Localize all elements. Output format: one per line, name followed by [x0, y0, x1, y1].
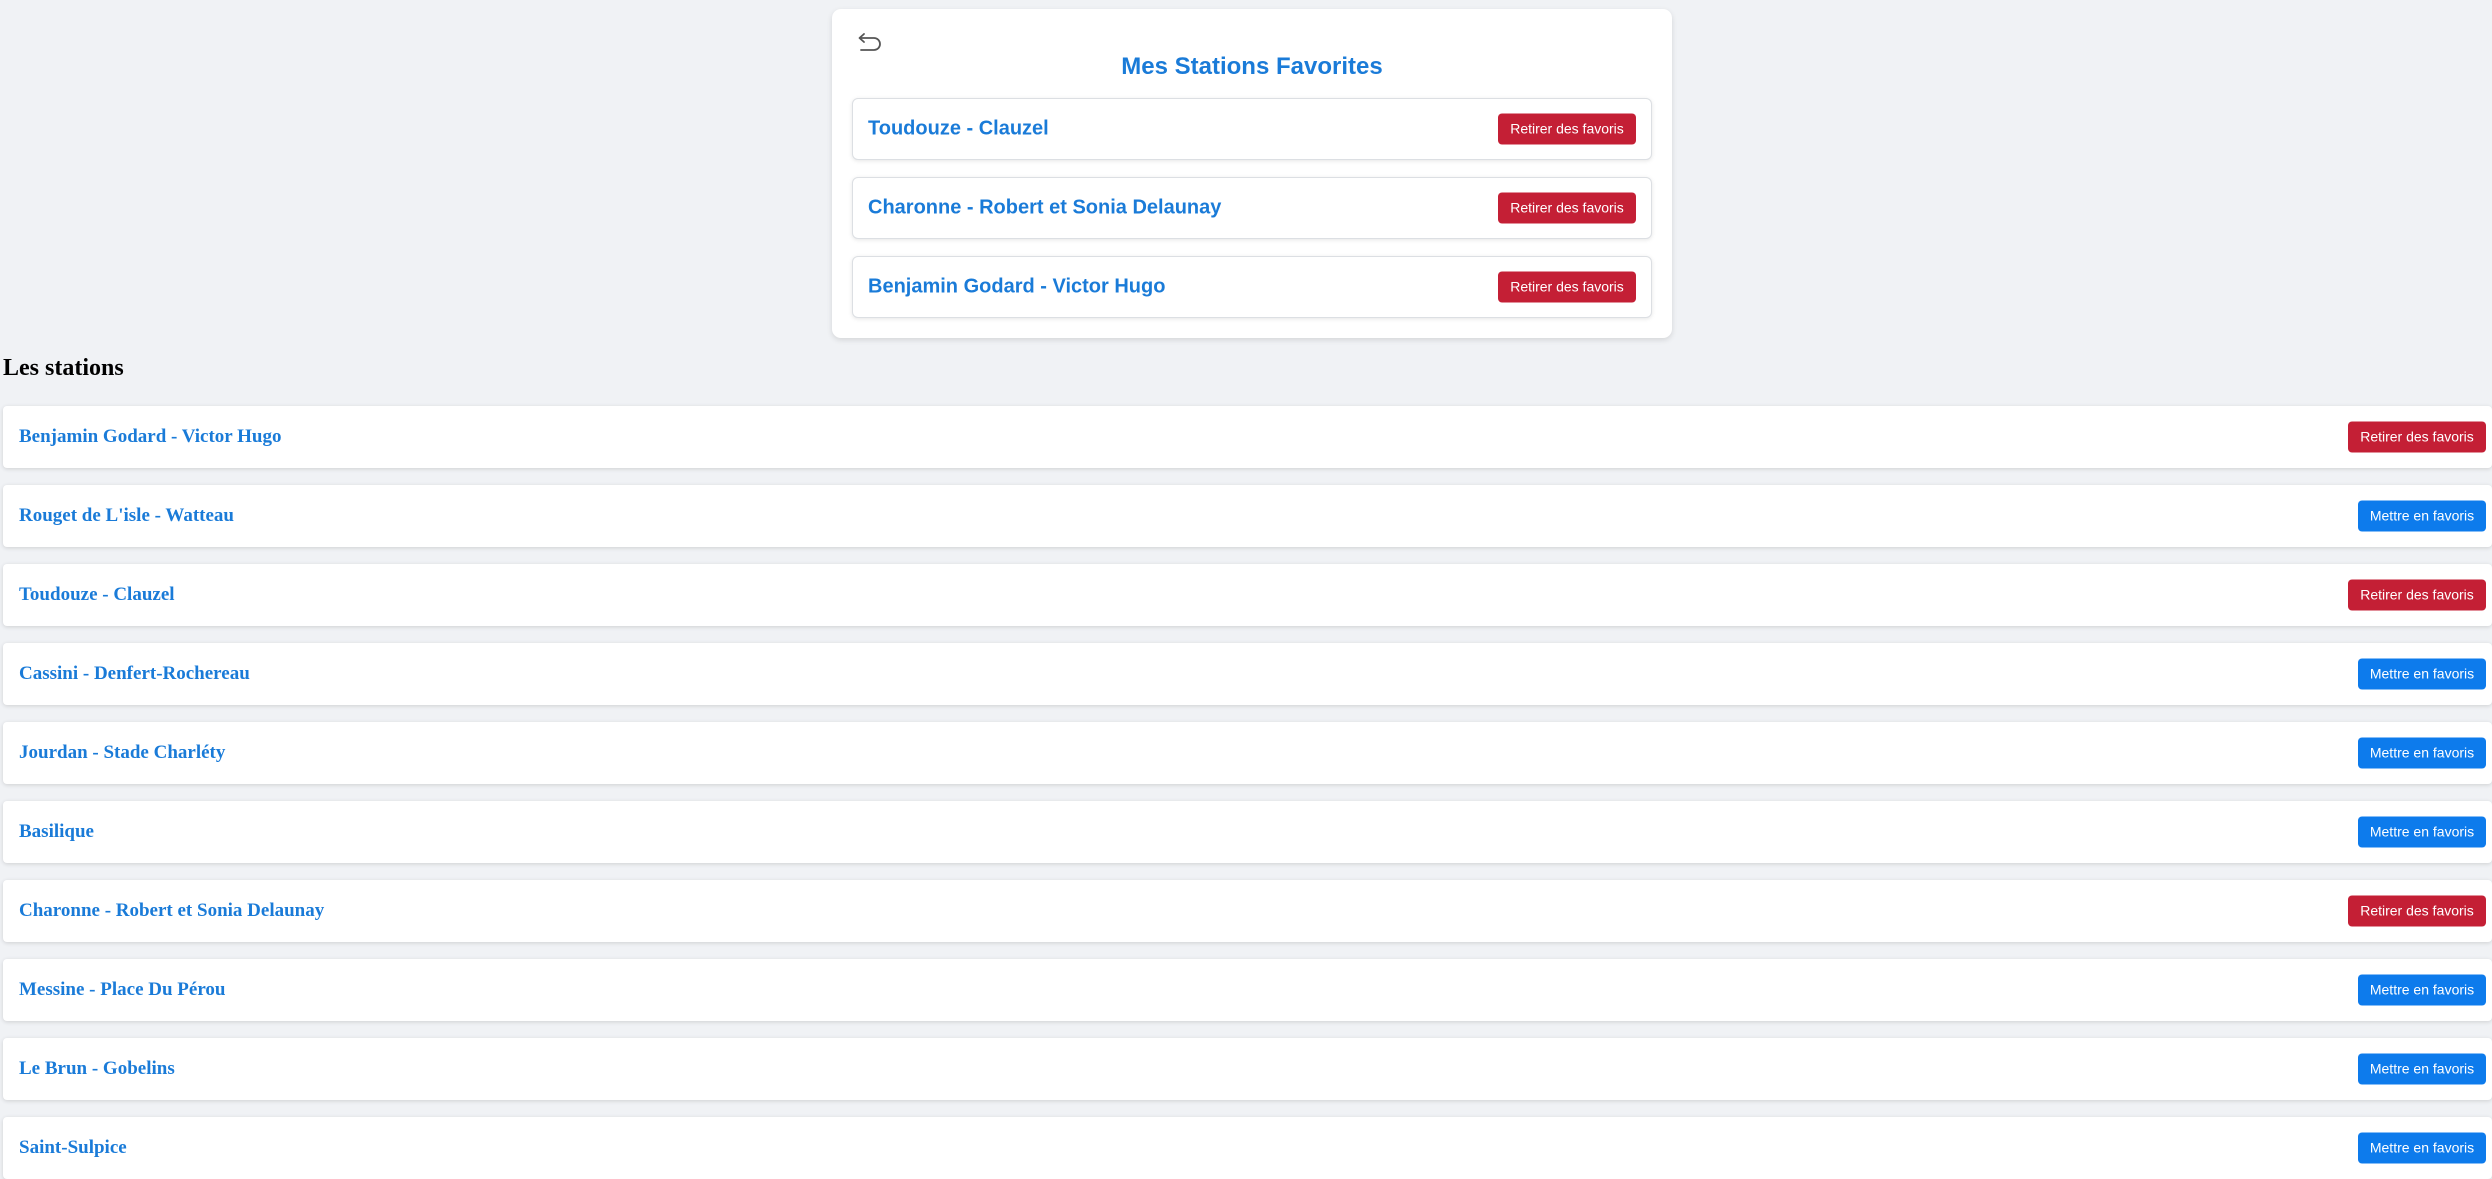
favorite-card: Charonne - Robert et Sonia Delaunay Reti…	[852, 177, 1652, 239]
station-row: Saint-Sulpice Mettre en favoris	[3, 1117, 2492, 1179]
remove-favorite-button[interactable]: Retirer des favoris	[1498, 271, 1636, 303]
favorite-station-name[interactable]: Toudouze - Clauzel	[868, 118, 1049, 141]
station-name[interactable]: Jourdan - Stade Charléty	[19, 742, 225, 764]
station-name[interactable]: Toudouze - Clauzel	[19, 584, 175, 606]
add-favorite-button[interactable]: Mettre en favoris	[2358, 1132, 2486, 1164]
station-name[interactable]: Rouget de L'isle - Watteau	[19, 505, 234, 527]
station-row: Basilique Mettre en favoris	[3, 801, 2492, 863]
remove-favorite-button[interactable]: Retirer des favoris	[2348, 579, 2486, 611]
station-row: Rouget de L'isle - Watteau Mettre en fav…	[3, 485, 2492, 547]
station-row: Messine - Place Du Pérou Mettre en favor…	[3, 959, 2492, 1021]
remove-favorite-button[interactable]: Retirer des favoris	[1498, 113, 1636, 145]
station-name[interactable]: Benjamin Godard - Victor Hugo	[19, 426, 282, 448]
station-row: Toudouze - Clauzel Retirer des favoris	[3, 564, 2492, 626]
favorites-title: Mes Stations Favorites	[1121, 53, 1383, 80]
station-name[interactable]: Basilique	[19, 821, 94, 843]
station-name[interactable]: Charonne - Robert et Sonia Delaunay	[19, 900, 324, 922]
station-row: Benjamin Godard - Victor Hugo Retirer de…	[3, 406, 2492, 468]
station-row: Le Brun - Gobelins Mettre en favoris	[3, 1038, 2492, 1100]
add-favorite-button[interactable]: Mettre en favoris	[2358, 816, 2486, 848]
favorite-station-name[interactable]: Charonne - Robert et Sonia Delaunay	[868, 197, 1221, 220]
favorite-station-name[interactable]: Benjamin Godard - Victor Hugo	[868, 276, 1165, 299]
remove-favorite-button[interactable]: Retirer des favoris	[1498, 192, 1636, 224]
station-row: Charonne - Robert et Sonia Delaunay Reti…	[3, 880, 2492, 942]
station-name[interactable]: Saint-Sulpice	[19, 1137, 127, 1159]
station-row: Jourdan - Stade Charléty Mettre en favor…	[3, 722, 2492, 784]
favorite-card: Toudouze - Clauzel Retirer des favoris	[852, 98, 1652, 160]
add-favorite-button[interactable]: Mettre en favoris	[2358, 500, 2486, 532]
favorites-panel: Mes Stations Favorites Toudouze - Clauze…	[832, 9, 1672, 338]
stations-heading: Les stations	[3, 355, 124, 381]
station-name[interactable]: Messine - Place Du Pérou	[19, 979, 226, 1001]
station-name[interactable]: Cassini - Denfert-Rochereau	[19, 663, 250, 685]
add-favorite-button[interactable]: Mettre en favoris	[2358, 737, 2486, 769]
add-favorite-button[interactable]: Mettre en favoris	[2358, 658, 2486, 690]
station-row: Cassini - Denfert-Rochereau Mettre en fa…	[3, 643, 2492, 705]
station-name[interactable]: Le Brun - Gobelins	[19, 1058, 175, 1080]
add-favorite-button[interactable]: Mettre en favoris	[2358, 974, 2486, 1006]
remove-favorite-button[interactable]: Retirer des favoris	[2348, 895, 2486, 927]
add-favorite-button[interactable]: Mettre en favoris	[2358, 1053, 2486, 1085]
remove-favorite-button[interactable]: Retirer des favoris	[2348, 421, 2486, 453]
favorite-card: Benjamin Godard - Victor Hugo Retirer de…	[852, 256, 1652, 318]
